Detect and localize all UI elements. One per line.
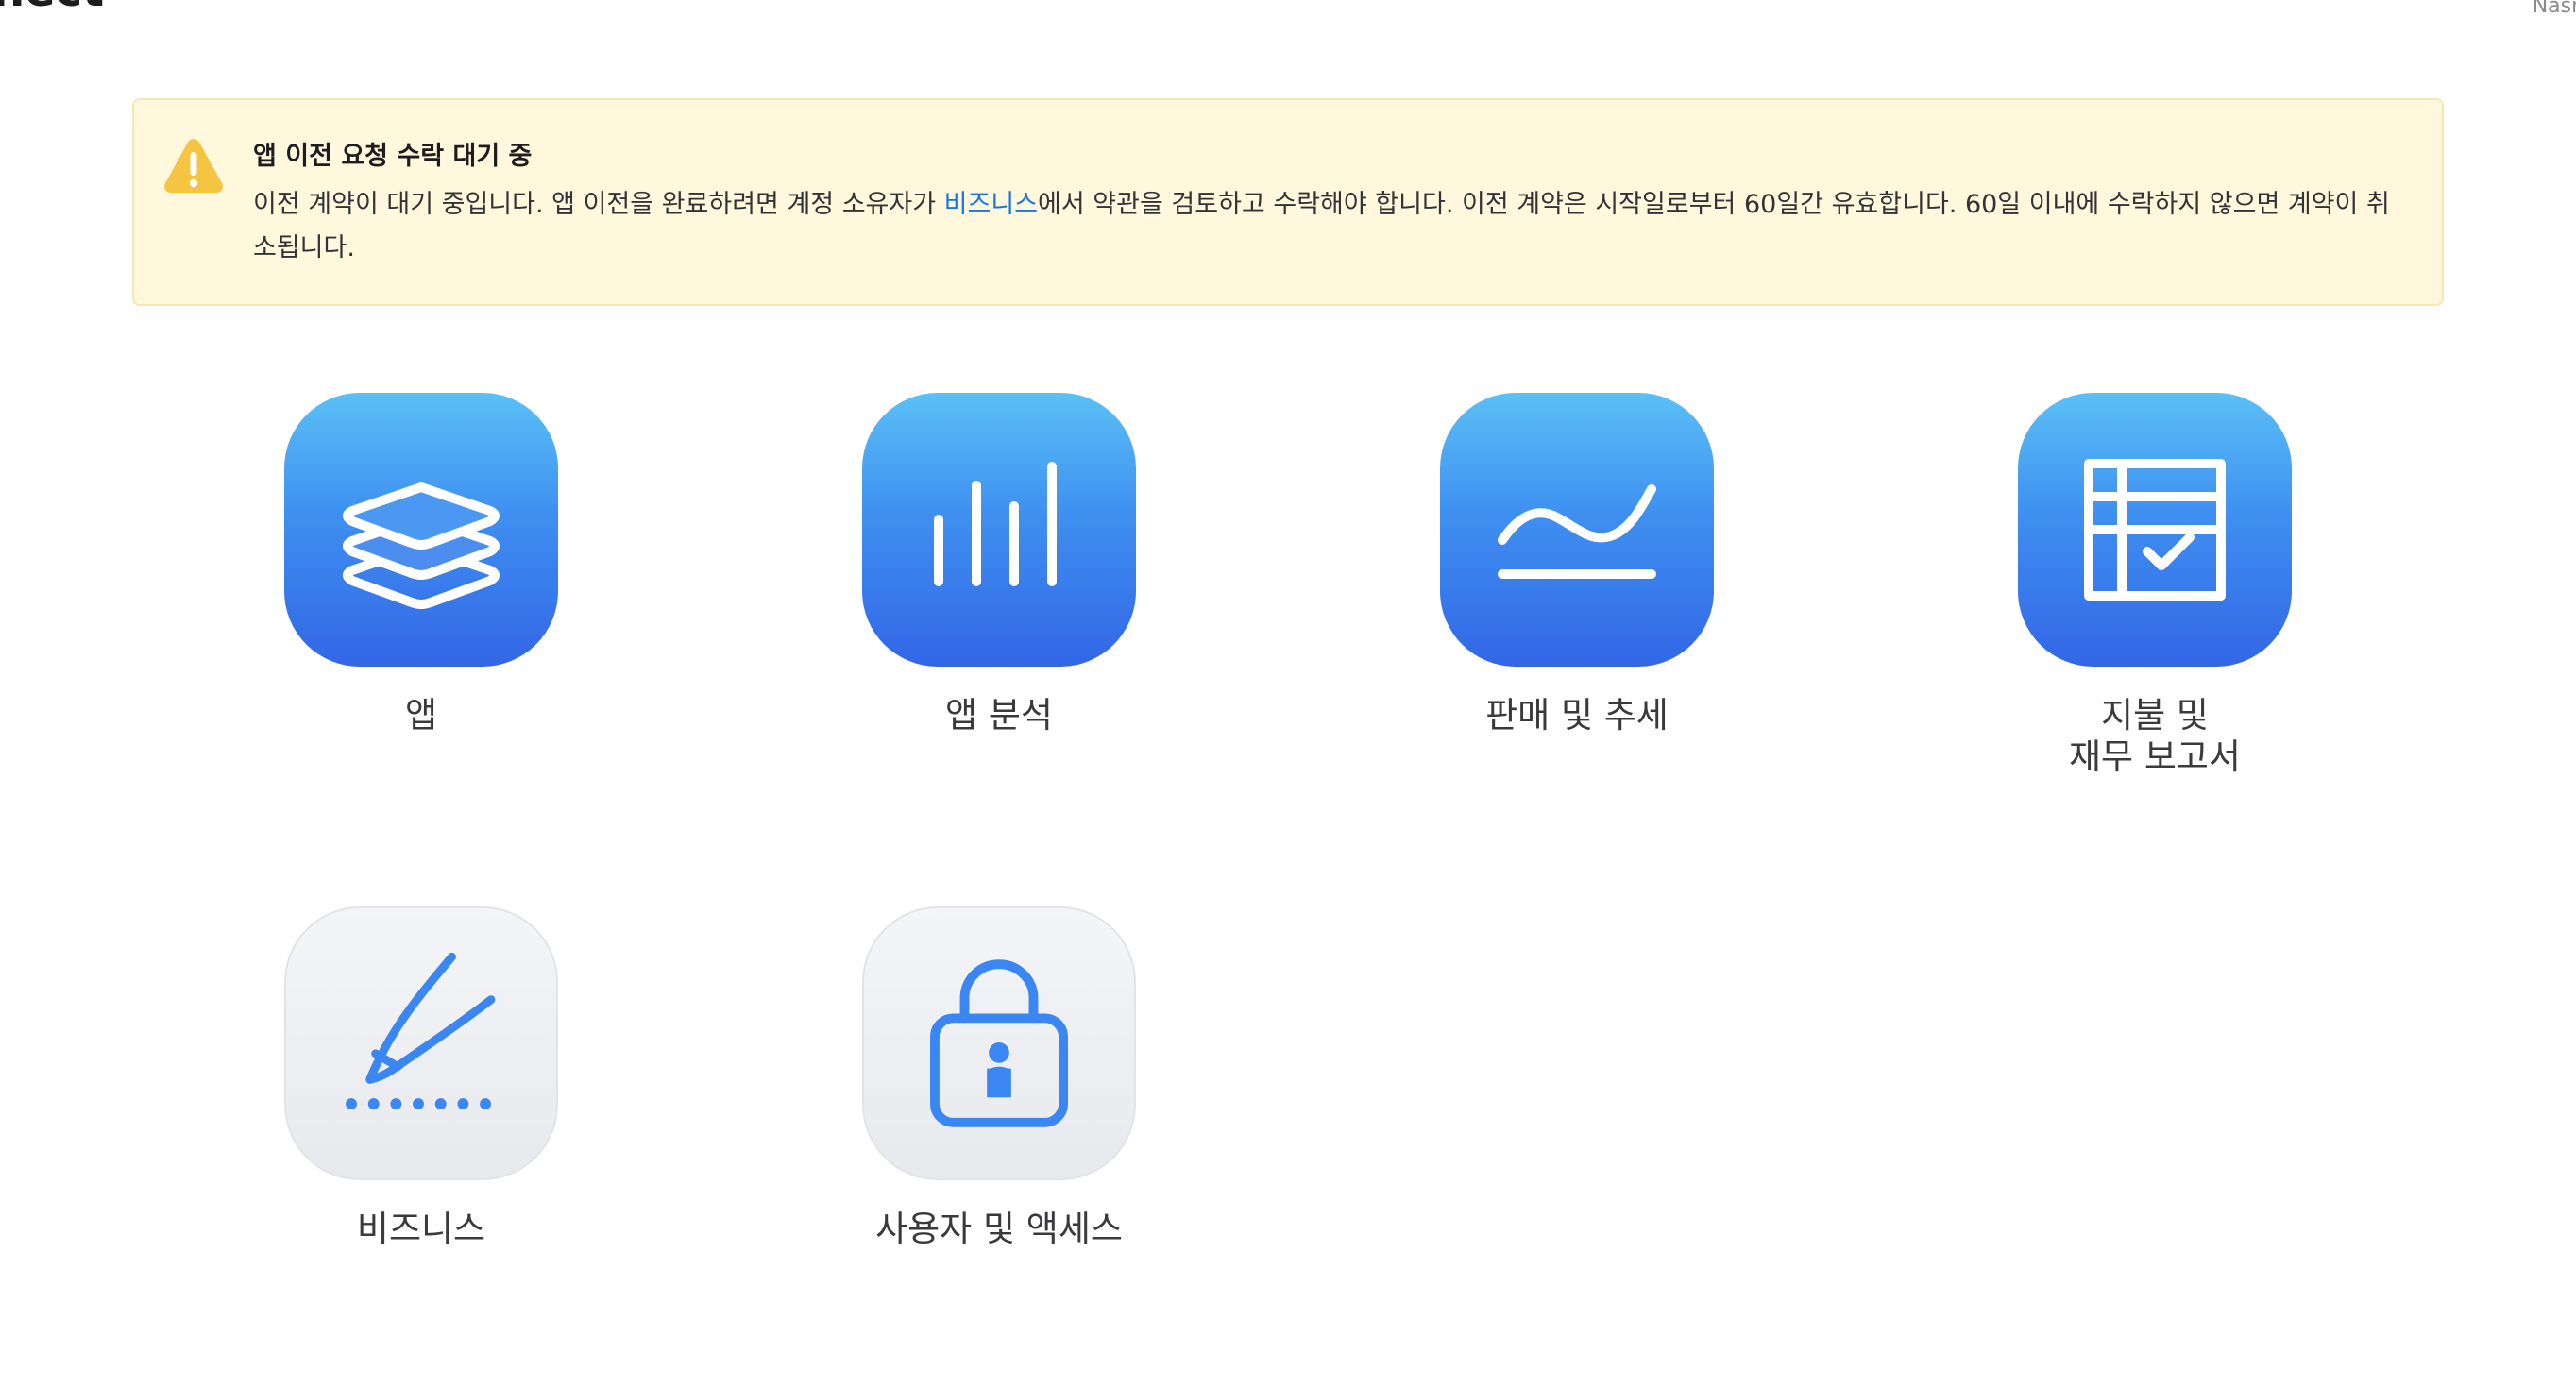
tile-label: 판매 및 추세: [1485, 695, 1669, 736]
table-check-icon[interactable]: [2018, 393, 2292, 667]
tile-label: 앱 분석: [945, 695, 1053, 736]
app-store-connect-home: nect Nasmo 앱 이전 요청 수락 대기 중 이전 계약이 대기 중입니…: [0, 0, 2576, 1388]
tile-users-and-access[interactable]: 사용자 및 액세스: [710, 906, 1288, 1250]
transfer-pending-banner: 앱 이전 요청 수락 대기 중 이전 계약이 대기 중입니다. 앱 이전을 완료…: [132, 98, 2444, 306]
tile-label: 사용자 및 액세스: [875, 1209, 1123, 1249]
banner-title: 앱 이전 요청 수락 대기 중: [253, 142, 533, 171]
bar-chart-icon[interactable]: [862, 393, 1136, 667]
tile-label: 비즈니스: [356, 1209, 486, 1249]
tile-payments-and-financial-reports[interactable]: 지불 및 재무 보고서: [1866, 393, 2444, 778]
tile-sales-and-trends[interactable]: 판매 및 추세: [1288, 393, 1866, 736]
tile-label: 앱: [404, 695, 438, 736]
tile-app-analytics[interactable]: 앱 분석: [710, 393, 1288, 736]
trend-line-icon[interactable]: [1440, 393, 1714, 667]
layers-stack-icon[interactable]: [284, 393, 558, 667]
warning-triangle-icon: [162, 136, 225, 195]
tile-label: 지불 및 재무 보고서: [2069, 695, 2241, 777]
banner-text-before-link: 이전 계약이 대기 중입니다. 앱 이전을 완료하려면 계정 소유자가: [253, 190, 944, 219]
business-link[interactable]: 비즈니스: [944, 190, 1038, 219]
tile-apps[interactable]: 앱: [132, 393, 710, 736]
user-name[interactable]: Nasmo: [2533, 0, 2576, 19]
lock-icon[interactable]: [862, 906, 1136, 1180]
pen-signature-icon[interactable]: [284, 906, 558, 1180]
page-title: nect: [0, 0, 104, 17]
tile-business[interactable]: 비즈니스: [132, 906, 710, 1250]
banner-message: 이전 계약이 대기 중입니다. 앱 이전을 완료하려면 계정 소유자가 비즈니스…: [253, 183, 2397, 270]
